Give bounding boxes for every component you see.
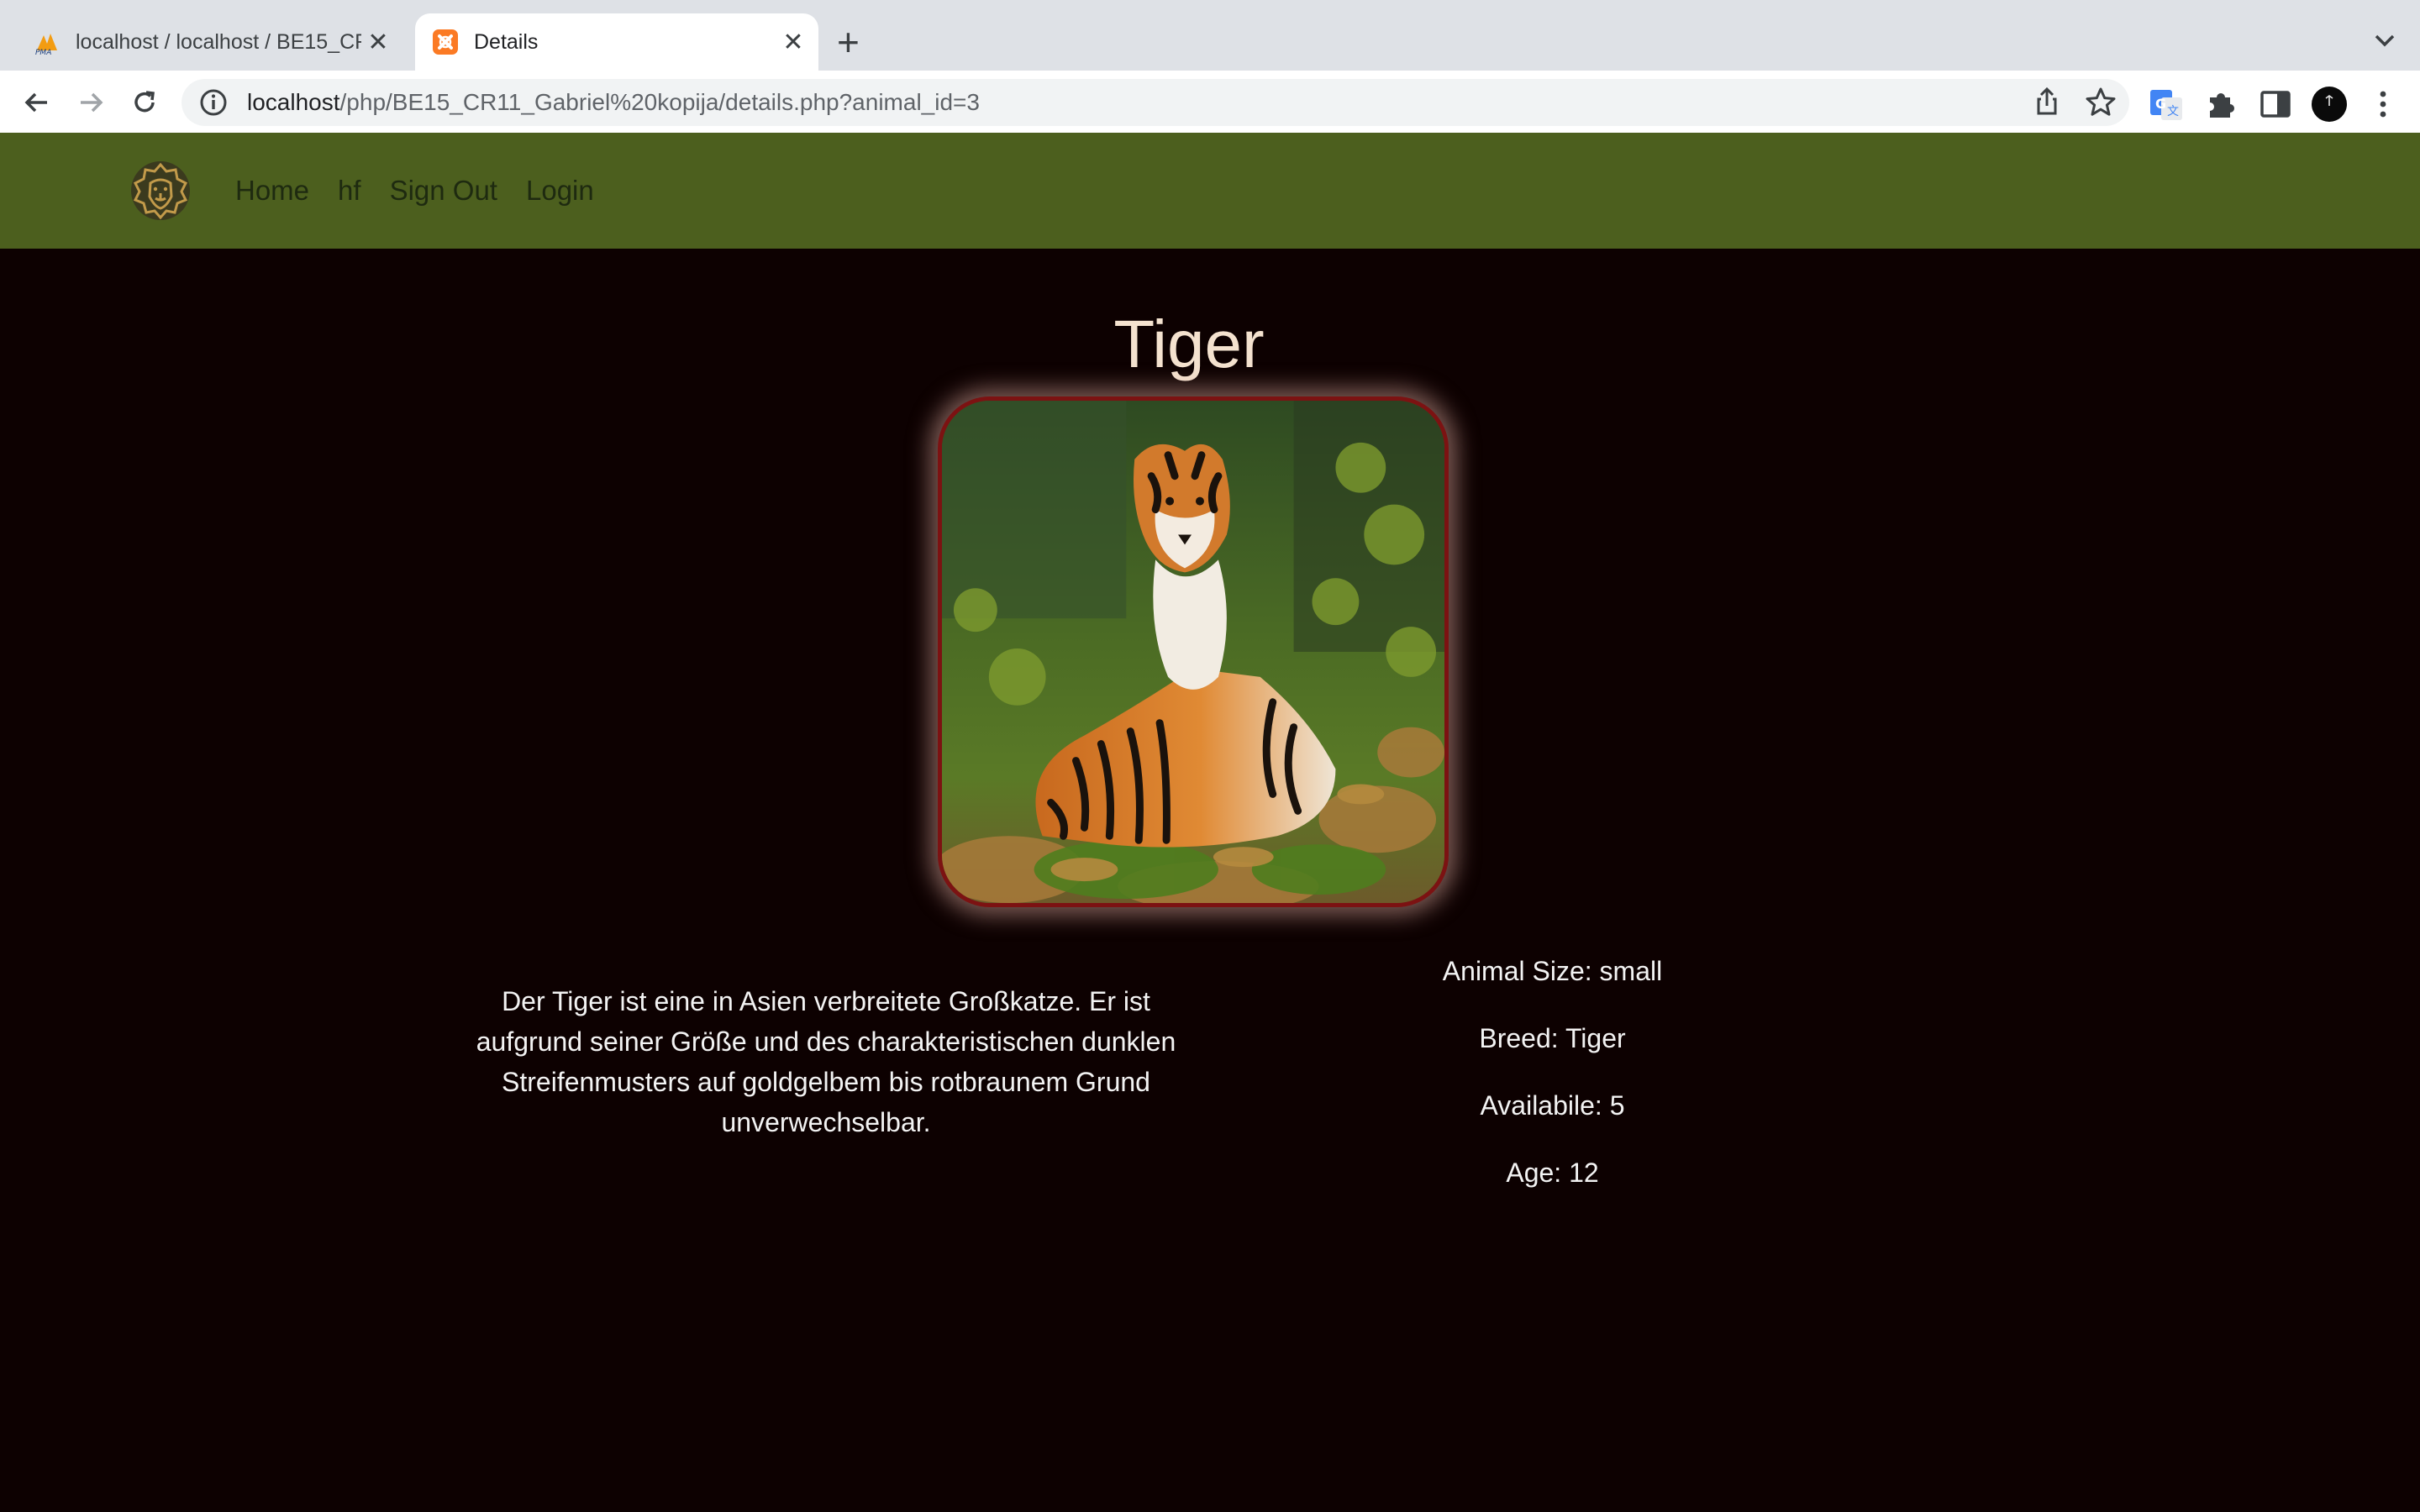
tab-title: Details <box>474 29 539 54</box>
address-bar[interactable]: localhost/php/BE15_CR11_Gabriel%20kopija… <box>182 79 2129 126</box>
animal-name-heading: Tiger <box>1113 307 1265 381</box>
close-tab-icon[interactable]: ✕ <box>361 28 395 57</box>
nav-link-hf[interactable]: hf <box>338 175 361 207</box>
info-icon[interactable] <box>198 87 229 118</box>
extensions-puzzle-icon[interactable] <box>2203 86 2240 123</box>
share-icon[interactable] <box>2030 86 2064 119</box>
animal-facts: Animal Size: small Breed: Tiger Availabi… <box>1344 954 1760 1223</box>
reload-icon[interactable] <box>128 86 161 119</box>
animal-description: Der Tiger ist eine in Asien verbreitete … <box>476 986 1176 1137</box>
tab-title: localhost / localhost / BE15_CR <box>76 29 361 54</box>
svg-text:文: 文 <box>2167 105 2179 118</box>
nav-link-sign-out[interactable]: Sign Out <box>390 175 497 207</box>
xampp-icon <box>433 29 458 55</box>
bookmark-star-icon[interactable] <box>2084 86 2118 119</box>
site-navbar: Home hf Sign Out Login <box>0 133 2420 249</box>
animal-photo <box>938 396 1449 907</box>
url-text: localhost/php/BE15_CR11_Gabriel%20kopija… <box>247 89 980 115</box>
nav-link-home[interactable]: Home <box>235 175 309 207</box>
browser-toolbar: localhost/php/BE15_CR11_Gabriel%20kopija… <box>0 71 2420 134</box>
close-tab-icon[interactable]: ✕ <box>776 28 810 57</box>
animal-available: Availabile: 5 <box>1480 1090 1625 1121</box>
animal-size: Animal Size: small <box>1442 956 1663 986</box>
tiger-photo <box>942 401 1444 903</box>
animal-breed: Breed: Tiger <box>1479 1023 1626 1053</box>
tab-details[interactable]: Details ✕ <box>415 13 818 71</box>
tab-phpmyadmin[interactable]: PMA localhost / localhost / BE15_CR ✕ <box>17 13 403 71</box>
back-arrow-icon[interactable] <box>20 86 54 119</box>
forward-arrow-icon[interactable] <box>74 86 108 119</box>
more-menu-icon[interactable] <box>2365 86 2402 123</box>
profile-avatar[interactable] <box>2311 86 2348 123</box>
side-panel-icon[interactable] <box>2257 86 2294 123</box>
phpmyadmin-icon: PMA <box>35 34 57 55</box>
site-menu: Home hf Sign Out Login <box>235 133 623 249</box>
google-translate-icon[interactable]: G 文 <box>2148 86 2185 123</box>
svg-text:G: G <box>2155 96 2166 112</box>
svg-text:PMA: PMA <box>35 49 51 55</box>
lion-logo-icon[interactable] <box>129 160 192 222</box>
browser-tab-strip: PMA localhost / localhost / BE15_CR ✕ De… <box>0 0 2420 71</box>
nav-link-login[interactable]: Login <box>526 175 594 207</box>
animal-age: Age: 12 <box>1506 1158 1599 1188</box>
new-tab-button[interactable]: + <box>837 20 860 64</box>
chevron-down-icon[interactable] <box>2368 24 2402 57</box>
